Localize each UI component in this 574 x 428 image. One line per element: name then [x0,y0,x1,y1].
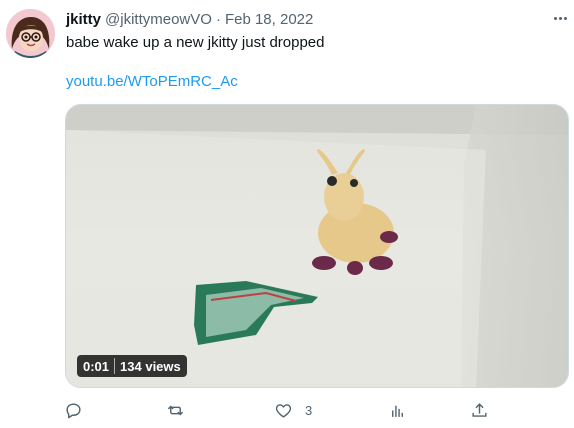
analytics-icon [392,405,403,417]
tweet-actions: 3 [62,398,492,422]
tweet-header: jkitty @jkittymeowVO · Feb 18, 2022 [66,10,313,28]
video-views: 134 views [120,358,181,374]
more-options-button[interactable] [549,9,571,27]
more-dot-icon [563,16,567,20]
avatar[interactable] [6,9,55,58]
more-dot-icon [553,16,557,20]
share-icon [472,402,487,417]
retweet-icon [167,405,184,415]
reply-button[interactable] [64,398,83,422]
tweet: jkitty @jkittymeowVO · Feb 18, 2022 babe… [0,0,574,428]
video-thumbnail [66,105,568,387]
video-stats-overlay: 0:01 134 views [77,355,187,377]
like-button[interactable]: 3 [274,398,312,422]
views-button[interactable] [388,398,407,422]
heart-icon [275,403,292,418]
overlay-divider [114,358,116,374]
tweet-date[interactable]: Feb 18, 2022 [225,11,313,28]
tweet-link[interactable]: youtu.be/WToPEmRC_Ac [66,73,238,90]
display-name[interactable]: jkitty [66,11,101,28]
reply-icon [66,402,81,418]
avatar-image [6,9,55,58]
separator-dot: · [215,10,221,28]
retweet-button[interactable] [166,398,185,422]
video-timestamp: 0:01 [83,358,110,374]
user-handle[interactable]: @jkittymeowVO [105,11,212,28]
tweet-text: babe wake up a new jkitty just dropped [66,34,325,51]
share-button[interactable] [470,398,489,422]
video-player[interactable]: 0:01 134 views [65,104,569,388]
more-dot-icon [558,16,562,20]
like-count: 3 [305,402,313,418]
